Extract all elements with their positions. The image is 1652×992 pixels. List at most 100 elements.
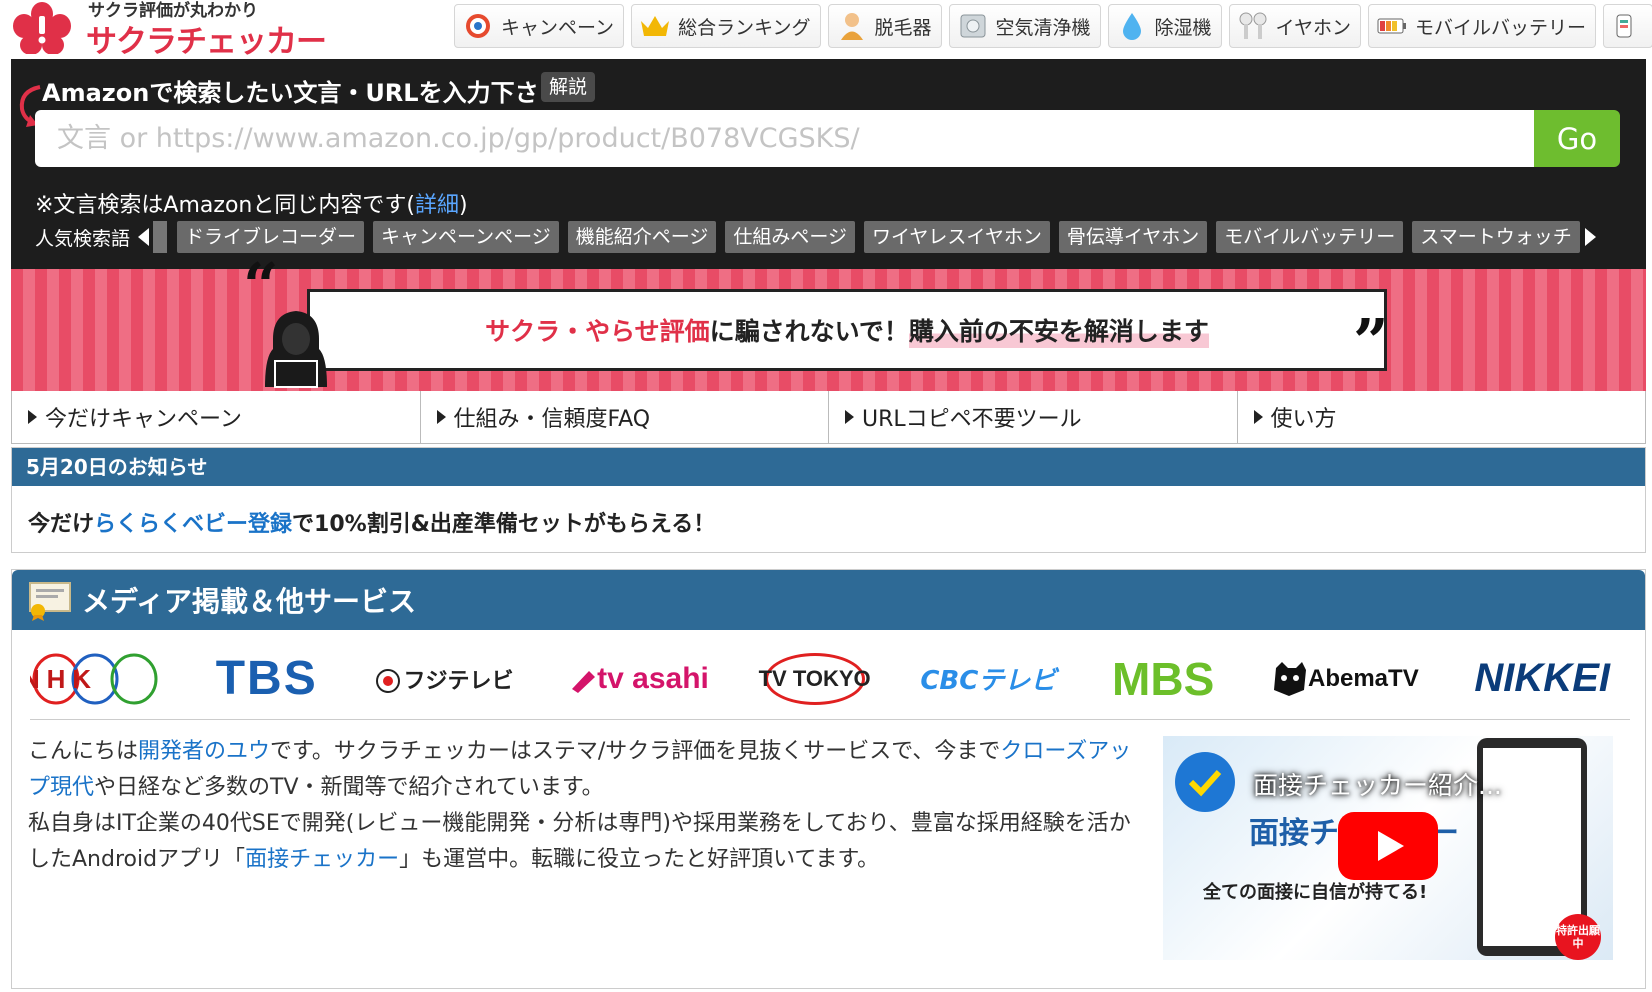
fuji-tv-logo: フジテレビ [373, 663, 513, 695]
air-purifier-icon [956, 9, 990, 43]
earphones-icon [1236, 9, 1270, 43]
nhk-logo-text: NHK [30, 664, 91, 694]
media-heading: メディア掲載＆他サービス [12, 570, 1645, 630]
tab-label: 使い方 [1270, 407, 1337, 432]
site-logo[interactable]: サクラ評価が丸わかり サクラチェッカー [12, 0, 327, 60]
close-quote-icon: ” [1353, 305, 1389, 378]
person-icon [835, 9, 869, 43]
notice-suffix: で10%割引&出産準備セットがもらえる！ [292, 512, 716, 537]
video-title: 面接チェッカー紹介... [1253, 771, 1502, 800]
details-link[interactable]: 詳細 [415, 193, 459, 218]
abema-tv-logo: AbemaTV [1270, 660, 1419, 698]
triangle-right-icon [28, 410, 37, 424]
nav-label: モバイルバッテリー [1414, 16, 1586, 39]
notice-prefix: 今だけ [28, 512, 95, 537]
search-note: ※文言検索はAmazonと同じ内容です(詳細) [35, 187, 468, 219]
abema-tv-text: AbemaTV [1308, 664, 1419, 692]
search-title: Amazonで検索したい文言・URLを入力下さい [42, 79, 563, 107]
banner-highlight-text: 購入前の不安を解消します [908, 312, 1209, 348]
tab-faq[interactable]: 仕組み・信頼度FAQ [419, 391, 829, 443]
video-caption: 全ての面接に自信が持てる! [1203, 882, 1428, 903]
intro-text: です。サクラチェッカーはステマ/サクラ評価を見抜くサービスで、今まで [270, 739, 1001, 764]
developer-link[interactable]: 開発者のユウ [138, 739, 270, 764]
video-embed[interactable]: 面接チェッカー 全ての面接に自信が持てる! 面接チェッカー紹介... 特許出願中 [1163, 736, 1613, 960]
banner-message: サクラ・やらせ評価 に騙されないで！ 購入前の不安を解消します [310, 292, 1384, 368]
play-button[interactable] [1338, 812, 1438, 880]
certificate-icon [29, 582, 71, 621]
popular-tag[interactable]: スマートウォッチ [1412, 221, 1580, 253]
tab-howto[interactable]: 使い方 [1236, 391, 1646, 443]
media-title: メディア掲載＆他サービス [82, 585, 417, 618]
hooded-hacker-icon [265, 311, 327, 388]
warning-banner[interactable]: サクラ・やらせ評価 に騙されないで！ 購入前の不安を解消します “ ” [11, 249, 1646, 391]
crown-icon [638, 9, 672, 43]
note-text-end: ) [458, 193, 468, 218]
intro-text: や日経など多数のTV・新聞等で紹介されています。 [94, 775, 604, 800]
mbs-logo: MBS [1112, 652, 1215, 705]
tab-url-tool[interactable]: URLコピペ不要ツール [828, 391, 1237, 443]
popular-tag[interactable]: 機能紹介ページ [567, 221, 717, 253]
notice-box: 5月20日のお知らせ 今だけらくらくベビー登録で10%割引&出産準備セットがもら… [11, 447, 1646, 553]
media-logos: NHK TBS フジテレビ tv asahi TV TOKYO CBCテレビ M… [30, 638, 1630, 720]
scroll-right-icon[interactable] [1584, 228, 1596, 246]
patent-badge: 特許出願中 [1555, 914, 1601, 960]
nav-label: 総合ランキング [678, 16, 811, 39]
search-panel: Amazonで検索したい文言・URLを入力下さい 解説 Go ※文言検索はAma… [11, 59, 1646, 269]
notice-body: 今だけらくらくベビー登録で10%割引&出産準備セットがもらえる！ [12, 486, 1645, 538]
nikkei-logo: NIKKEI [1474, 656, 1610, 700]
popular-tag-partial[interactable] [153, 221, 168, 253]
nav-hair-removal[interactable]: 脱毛器 [827, 4, 942, 48]
scroll-left-icon[interactable] [138, 228, 150, 246]
smartwatch-icon [1610, 9, 1637, 43]
intro-text: 」も運営中。転職に役立ったと好評頂いてます。 [399, 847, 880, 872]
go-button[interactable]: Go [1534, 110, 1620, 167]
tab-label: URLコピペ不要ツール [862, 407, 1082, 432]
nav-earphones[interactable]: イヤホン [1228, 4, 1361, 48]
nav-campaign[interactable]: キャンペーン [454, 4, 625, 48]
nav-ranking[interactable]: 総合ランキング [631, 4, 821, 48]
tv-asahi-logo: tv asahi [569, 662, 709, 696]
nav-label: 除湿機 [1154, 16, 1212, 39]
logo-name: サクラチェッカー [86, 24, 327, 60]
nav-mobile-battery[interactable]: モバイルバッテリー [1367, 4, 1596, 48]
battery-icon [1375, 9, 1409, 43]
interview-checker-link[interactable]: 面接チェッカー [245, 847, 399, 872]
developer-intro: こんにちは開発者のユウです。サクラチェッカーはステマ/サクラ評価を見抜くサービス… [28, 734, 1148, 878]
quick-links: 今だけキャンペーン 仕組み・信頼度FAQ URLコピペ不要ツール 使い方 [11, 391, 1646, 444]
target-icon [461, 9, 495, 43]
category-nav: キャンペーン 総合ランキング 脱毛器 空気清浄機 除湿機 イヤホン モバイルバッ… [454, 4, 1652, 48]
nav-dehumidifier[interactable]: 除湿機 [1107, 4, 1222, 48]
nhk-logo: NHK [30, 652, 160, 706]
note-text: ※文言検索はAmazonと同じ内容です( [35, 193, 415, 218]
nav-more[interactable] [1603, 4, 1652, 48]
nav-air-purifier[interactable]: 空気清浄機 [948, 4, 1101, 48]
water-drop-icon [1115, 9, 1149, 43]
intro-text: こんにちは [28, 739, 139, 764]
nav-label: キャンペーン [501, 16, 615, 39]
checkmark-logo-icon [1175, 752, 1235, 812]
popular-tag[interactable]: モバイルバッテリー [1216, 221, 1404, 253]
help-badge[interactable]: 解説 [541, 72, 596, 102]
tab-label: 仕組み・信頼度FAQ [453, 407, 651, 432]
media-section: メディア掲載＆他サービス NHK TBS フジテレビ tv asahi TV T… [11, 569, 1646, 989]
fuji-tv-text: フジテレビ [403, 668, 514, 694]
popular-tag[interactable]: 仕組みページ [725, 221, 855, 253]
nav-label: 脱毛器 [874, 16, 932, 39]
sakura-flower-icon [13, 2, 71, 54]
popular-tag[interactable]: 骨伝導イヤホン [1058, 221, 1208, 253]
tbs-logo: TBS [215, 652, 318, 705]
cbc-tv-logo: CBCテレビ [920, 666, 1057, 696]
tv-asahi-text: tv asahi [597, 661, 709, 695]
triangle-right-icon [845, 410, 854, 424]
speech-bubble: サクラ・やらせ評価 に騙されないで！ 購入前の不安を解消します [307, 289, 1387, 371]
popular-tag[interactable]: ワイヤレスイヤホン [863, 221, 1050, 253]
triangle-right-icon [436, 410, 446, 424]
baby-registry-link[interactable]: らくらくベビー登録 [94, 512, 292, 537]
popular-tag[interactable]: キャンペーンページ [373, 221, 559, 253]
tab-campaign[interactable]: 今だけキャンペーン [12, 391, 420, 443]
tv-tokyo-logo: TV TOKYO [759, 652, 871, 705]
search-input[interactable] [35, 110, 1534, 167]
nav-label: 空気清浄機 [995, 16, 1091, 39]
banner-red-text: サクラ・やらせ評価 [485, 317, 710, 346]
site-header: サクラ評価が丸わかり サクラチェッカー キャンペーン 総合ランキング 脱毛器 空… [0, 0, 1652, 60]
